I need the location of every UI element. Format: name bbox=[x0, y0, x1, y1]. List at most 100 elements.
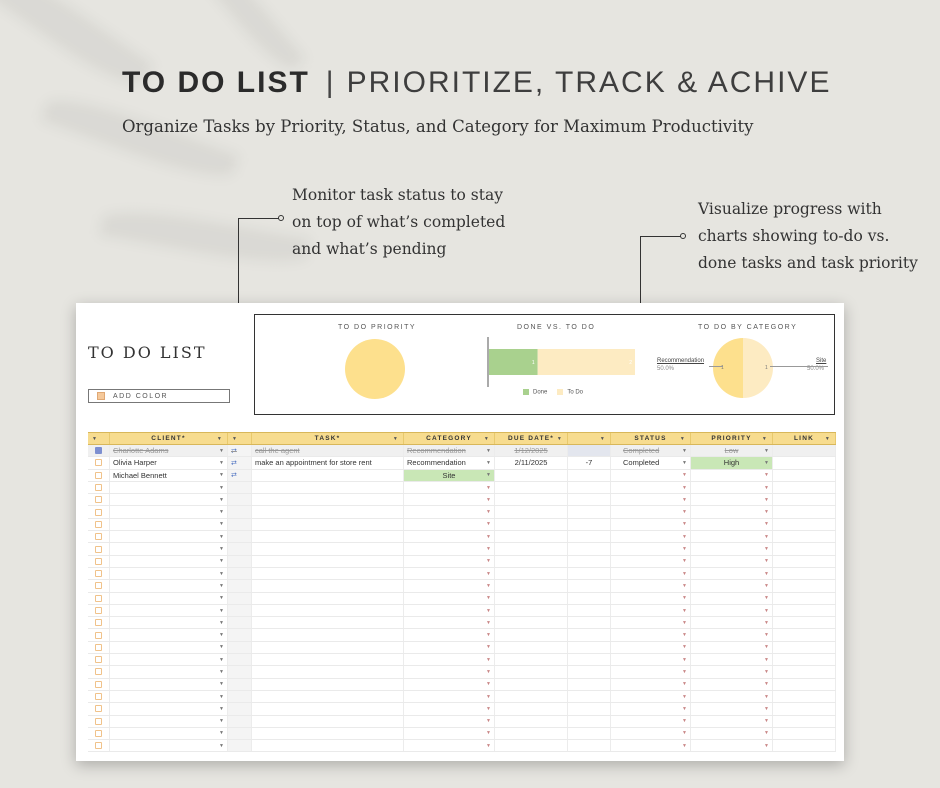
dropdown-arrow-icon[interactable]: ▼ bbox=[764, 730, 769, 736]
table-cell[interactable] bbox=[773, 506, 836, 518]
table-cell[interactable] bbox=[495, 666, 568, 678]
table-cell[interactable] bbox=[228, 703, 252, 715]
header-priority[interactable]: PRIORITY ▼ bbox=[691, 433, 773, 444]
table-cell[interactable] bbox=[495, 531, 568, 543]
table-cell[interactable] bbox=[495, 494, 568, 506]
table-cell[interactable] bbox=[495, 617, 568, 629]
table-cell[interactable] bbox=[252, 494, 404, 506]
table-cell[interactable] bbox=[568, 543, 611, 555]
cell-client[interactable]: Charlotte Adams ▼ bbox=[110, 445, 228, 457]
table-cell[interactable] bbox=[252, 543, 404, 555]
table-cell[interactable]: ▼ bbox=[611, 580, 691, 592]
dropdown-arrow-icon[interactable]: ▼ bbox=[764, 718, 769, 724]
table-cell[interactable]: ▼ bbox=[611, 666, 691, 678]
filter-icon[interactable]: ▼ bbox=[825, 436, 831, 442]
table-cell[interactable] bbox=[88, 617, 110, 629]
table-cell[interactable] bbox=[88, 654, 110, 666]
cell-icon[interactable]: ⇄ bbox=[228, 457, 252, 469]
table-cell[interactable] bbox=[773, 481, 836, 494]
table-cell[interactable] bbox=[773, 555, 836, 567]
checkbox-unchecked[interactable] bbox=[95, 582, 102, 590]
dropdown-arrow-icon[interactable]: ▼ bbox=[486, 534, 491, 540]
table-cell[interactable] bbox=[568, 727, 611, 740]
table-cell[interactable]: ▼ bbox=[691, 703, 773, 715]
dropdown-arrow-icon[interactable]: ▼ bbox=[682, 558, 687, 564]
table-cell[interactable]: ▼ bbox=[404, 629, 495, 641]
table-cell[interactable] bbox=[568, 518, 611, 531]
filter-icon[interactable]: ▼ bbox=[232, 436, 238, 442]
table-cell[interactable] bbox=[88, 494, 110, 506]
row-checkbox[interactable] bbox=[88, 469, 110, 481]
dropdown-arrow-icon[interactable]: ▼ bbox=[486, 743, 491, 749]
table-cell[interactable] bbox=[228, 531, 252, 543]
cell-link[interactable] bbox=[773, 445, 836, 457]
table-cell[interactable]: ▼ bbox=[404, 740, 495, 752]
cell-status[interactable]: Completed ▼ bbox=[611, 457, 691, 469]
table-cell[interactable] bbox=[228, 481, 252, 494]
table-cell[interactable] bbox=[88, 740, 110, 752]
checkbox-unchecked[interactable] bbox=[95, 693, 102, 701]
dropdown-arrow-icon[interactable]: ▼ bbox=[682, 534, 687, 540]
table-cell[interactable] bbox=[228, 494, 252, 506]
cell-icon[interactable]: ⇄ bbox=[228, 469, 252, 481]
table-cell[interactable]: ▼ bbox=[611, 654, 691, 666]
table-cell[interactable] bbox=[228, 629, 252, 641]
table-cell[interactable]: ▼ bbox=[110, 727, 228, 740]
cell-due-date[interactable]: 1/12/2025 bbox=[495, 445, 568, 457]
table-cell[interactable] bbox=[252, 567, 404, 580]
table-cell[interactable] bbox=[495, 641, 568, 654]
table-cell[interactable] bbox=[495, 518, 568, 531]
dropdown-arrow-icon[interactable]: ▼ bbox=[219, 608, 224, 614]
checkbox-unchecked[interactable] bbox=[95, 619, 102, 627]
table-cell[interactable] bbox=[568, 506, 611, 518]
dropdown-arrow-icon[interactable]: ▼ bbox=[486, 485, 491, 491]
table-cell[interactable] bbox=[228, 740, 252, 752]
dropdown-arrow-icon[interactable]: ▼ bbox=[682, 644, 687, 650]
dropdown-arrow-icon[interactable]: ▼ bbox=[219, 571, 224, 577]
cell-priority[interactable]: High ▼ bbox=[691, 457, 773, 469]
dropdown-arrow-icon[interactable]: ▼ bbox=[764, 706, 769, 712]
dropdown-arrow-icon[interactable]: ▼ bbox=[219, 509, 224, 515]
table-cell[interactable] bbox=[228, 641, 252, 654]
table-cell[interactable] bbox=[88, 481, 110, 494]
table-cell[interactable] bbox=[252, 654, 404, 666]
table-cell[interactable]: ▼ bbox=[110, 506, 228, 518]
dropdown-arrow-icon[interactable]: ▼ bbox=[764, 485, 769, 491]
header-task[interactable]: TASK* ▼ bbox=[252, 433, 404, 444]
table-cell[interactable] bbox=[252, 740, 404, 752]
dropdown-arrow-icon[interactable]: ▼ bbox=[764, 558, 769, 564]
table-cell[interactable]: ▼ bbox=[611, 481, 691, 494]
table-cell[interactable] bbox=[252, 531, 404, 543]
header-icon-col[interactable]: ▼ bbox=[228, 433, 252, 444]
dropdown-arrow-icon[interactable]: ▼ bbox=[486, 558, 491, 564]
dropdown-arrow-icon[interactable]: ▼ bbox=[764, 657, 769, 663]
table-cell[interactable]: ▼ bbox=[404, 531, 495, 543]
checkbox-unchecked[interactable] bbox=[95, 545, 102, 553]
table-cell[interactable] bbox=[88, 592, 110, 604]
table-cell[interactable] bbox=[773, 592, 836, 604]
table-cell[interactable]: ▼ bbox=[691, 604, 773, 617]
dropdown-arrow-icon[interactable]: ▼ bbox=[219, 644, 224, 650]
table-cell[interactable] bbox=[568, 592, 611, 604]
table-cell[interactable] bbox=[495, 543, 568, 555]
cell-due-date[interactable] bbox=[495, 469, 568, 481]
dropdown-arrow-icon[interactable]: ▼ bbox=[682, 706, 687, 712]
table-cell[interactable] bbox=[773, 580, 836, 592]
table-cell[interactable] bbox=[228, 678, 252, 690]
table-cell[interactable]: ▼ bbox=[110, 604, 228, 617]
table-cell[interactable] bbox=[495, 740, 568, 752]
table-cell[interactable]: ▼ bbox=[611, 567, 691, 580]
table-cell[interactable] bbox=[568, 555, 611, 567]
dropdown-arrow-icon[interactable]: ▼ bbox=[682, 657, 687, 663]
table-cell[interactable]: ▼ bbox=[691, 654, 773, 666]
dropdown-arrow-icon[interactable]: ▼ bbox=[486, 472, 491, 478]
contact-icon[interactable]: ⇄ bbox=[231, 447, 237, 455]
dropdown-arrow-icon[interactable]: ▼ bbox=[219, 657, 224, 663]
header-checkbox[interactable]: ▼ bbox=[88, 433, 110, 444]
table-cell[interactable]: ▼ bbox=[691, 678, 773, 690]
table-cell[interactable]: ▼ bbox=[404, 604, 495, 617]
cell-category[interactable]: Recommendation ▼ bbox=[404, 445, 495, 457]
table-cell[interactable] bbox=[495, 629, 568, 641]
table-cell[interactable]: ▼ bbox=[110, 518, 228, 531]
table-cell[interactable] bbox=[773, 678, 836, 690]
